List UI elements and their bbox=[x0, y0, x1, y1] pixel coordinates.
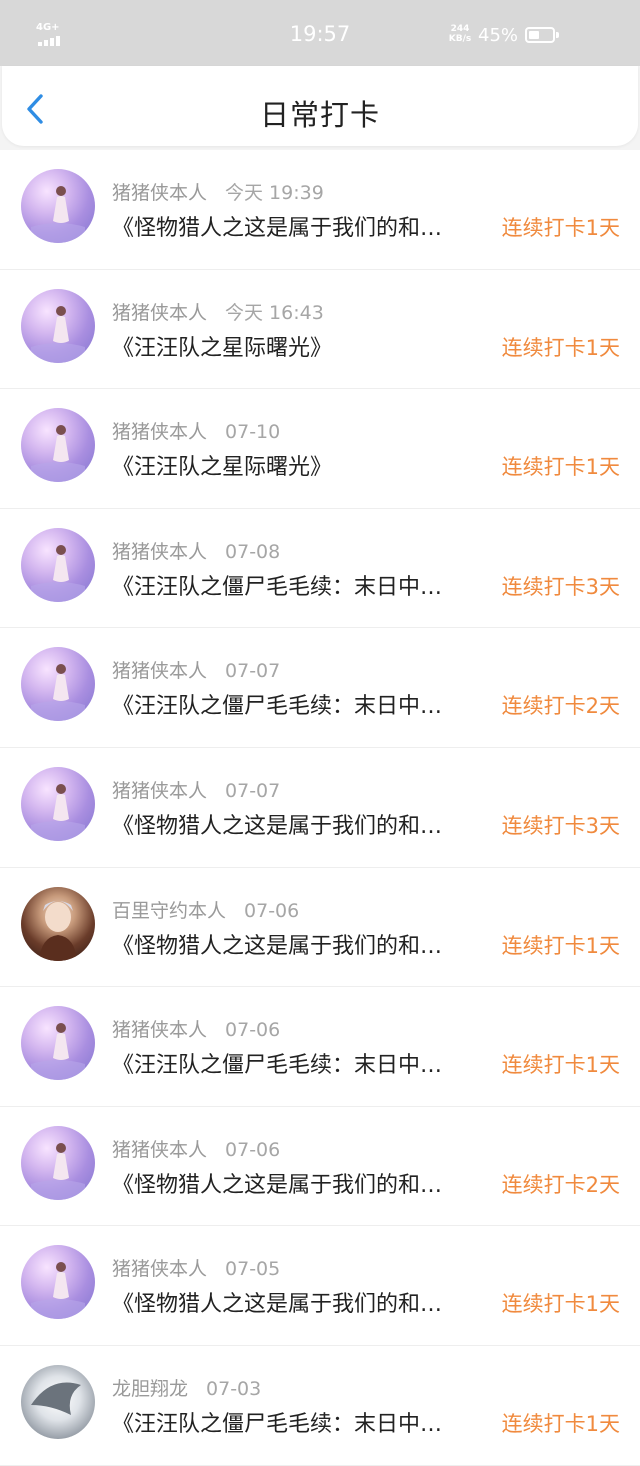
item-meta: 猪猪侠本人 07-07 bbox=[112, 656, 281, 683]
list-item[interactable]: 龙胆翔龙 07-03 《汪汪队之僵尸毛毛续：末日中… 连续打卡1天 bbox=[0, 1345, 640, 1466]
user-name: 猪猪侠本人 bbox=[112, 182, 208, 204]
content-title: 《怪物猎人之这是属于我们的和… bbox=[112, 1172, 443, 1198]
avatar-figure bbox=[31, 1023, 85, 1081]
avatar-figure bbox=[31, 1382, 81, 1415]
page-title: 日常打卡 bbox=[259, 98, 380, 132]
avatar[interactable] bbox=[21, 766, 95, 841]
list-item[interactable]: 猪猪侠本人 07-08 《汪汪队之僵尸毛毛续：末日中… 连续打卡3天 bbox=[0, 508, 640, 629]
network-speed-unit: KB/s bbox=[448, 34, 472, 44]
content-title: 《汪汪队之僵尸毛毛续：末日中… bbox=[112, 574, 443, 600]
item-meta: 猪猪侠本人 今天 19:39 bbox=[112, 178, 324, 204]
battery-percent: 45% bbox=[478, 25, 519, 46]
avatar-figure bbox=[31, 305, 85, 363]
streak-label: 连续打卡1天 bbox=[501, 455, 620, 480]
user-name: 猪猪侠本人 bbox=[112, 301, 208, 324]
user-name: 猪猪侠本人 bbox=[112, 421, 208, 444]
streak-label: 连续打卡1天 bbox=[501, 216, 620, 240]
list-item[interactable]: 猪猪侠本人 07-06 《汪汪队之僵尸毛毛续：末日中… 连续打卡1天 bbox=[0, 987, 640, 1107]
item-meta: 猪猪侠本人 07-08 bbox=[112, 537, 281, 563]
list-item[interactable]: 百里守约本人 07-06 《怪物猎人之这是属于我们的和… 连续打卡1天 bbox=[0, 867, 640, 988]
avatar-figure bbox=[31, 186, 85, 243]
user-name: 猪猪侠本人 bbox=[112, 660, 208, 683]
avatar[interactable] bbox=[21, 1245, 95, 1320]
list-item[interactable]: 猪猪侠本人 07-06 《怪物猎人之这是属于我们的和… 连续打卡2天 bbox=[0, 1106, 640, 1227]
checkin-time: 今天 16:43 bbox=[225, 301, 324, 324]
streak-label: 连续打卡1天 bbox=[501, 1292, 620, 1317]
network-speed-value: 244 bbox=[450, 24, 470, 34]
item-meta: 百里守约本人 07-06 bbox=[112, 896, 300, 922]
list-item[interactable]: 猪猪侠本人 07-07 《怪物猎人之这是属于我们的和… 连续打卡3天 bbox=[0, 747, 640, 868]
item-meta: 猪猪侠本人 今天 16:43 bbox=[112, 298, 324, 324]
user-name: 龙胆翔龙 bbox=[112, 1377, 189, 1400]
checkin-time: 今天 19:39 bbox=[225, 182, 324, 204]
list-item[interactable]: 猪猪侠本人 07-10 《汪汪队之星际曙光》 连续打卡1天 bbox=[0, 389, 640, 509]
user-name: 猪猪侠本人 bbox=[112, 1258, 208, 1281]
checkin-time: 07-06 bbox=[225, 1019, 281, 1042]
list-item[interactable]: 猪猪侠本人 今天 19:39 《怪物猎人之这是属于我们的和… 连续打卡1天 bbox=[0, 150, 640, 270]
checkin-time: 07-06 bbox=[244, 899, 300, 922]
streak-label: 连续打卡3天 bbox=[501, 574, 620, 599]
checkin-time: 07-10 bbox=[225, 421, 281, 444]
streak-label: 连续打卡3天 bbox=[501, 813, 620, 838]
avatar[interactable] bbox=[21, 886, 95, 961]
user-name: 猪猪侠本人 bbox=[112, 1019, 208, 1042]
list-item[interactable]: 猪猪侠本人 07-05 《怪物猎人之这是属于我们的和… 连续打卡1天 bbox=[0, 1226, 640, 1346]
checkin-time: 07-08 bbox=[225, 540, 281, 563]
avatar[interactable] bbox=[21, 1125, 95, 1200]
item-meta: 猪猪侠本人 07-06 bbox=[112, 1015, 281, 1042]
content-title: 《汪汪队之僵尸毛毛续：末日中… bbox=[112, 694, 443, 720]
avatar-figure bbox=[31, 1262, 85, 1320]
list-item[interactable]: 猪猪侠本人 今天 16:43 《汪汪队之星际曙光》 连续打卡1天 bbox=[0, 269, 640, 390]
avatar[interactable] bbox=[21, 408, 95, 483]
item-meta: 猪猪侠本人 07-06 bbox=[112, 1135, 281, 1161]
avatar[interactable] bbox=[21, 288, 95, 363]
user-name: 百里守约本人 bbox=[112, 899, 227, 922]
network-speed: 244 KB/s bbox=[448, 24, 472, 44]
content-title: 《怪物猎人之这是属于我们的和… bbox=[112, 1292, 443, 1318]
avatar-figure bbox=[31, 783, 85, 841]
content-title: 《汪汪队之僵尸毛毛续：末日中… bbox=[112, 1053, 443, 1079]
item-meta: 猪猪侠本人 07-05 bbox=[112, 1254, 281, 1281]
checkin-list: 猪猪侠本人 今天 19:39 《怪物猎人之这是属于我们的和… 连续打卡1天 猪猪侠… bbox=[0, 150, 640, 1466]
user-name: 猪猪侠本人 bbox=[112, 1138, 208, 1161]
item-meta: 猪猪侠本人 07-07 bbox=[112, 776, 281, 802]
content-title: 《汪汪队之星际曙光》 bbox=[112, 455, 333, 481]
streak-label: 连续打卡2天 bbox=[501, 1172, 620, 1197]
avatar[interactable] bbox=[21, 647, 95, 722]
avatar[interactable] bbox=[21, 1006, 95, 1081]
content-title: 《怪物猎人之这是属于我们的和… bbox=[112, 813, 443, 839]
battery-icon bbox=[525, 27, 559, 43]
list-item[interactable]: 猪猪侠本人 07-07 《汪汪队之僵尸毛毛续：末日中… 连续打卡2天 bbox=[0, 628, 640, 748]
checkin-time: 07-06 bbox=[225, 1138, 281, 1161]
checkin-time: 07-07 bbox=[225, 660, 281, 683]
user-name: 猪猪侠本人 bbox=[112, 779, 208, 802]
avatar-figure bbox=[31, 664, 85, 722]
nav-bar: 日常打卡 bbox=[2, 66, 638, 146]
avatar-figure bbox=[31, 544, 85, 602]
user-name: 猪猪侠本人 bbox=[112, 540, 208, 563]
avatar[interactable] bbox=[21, 527, 95, 602]
status-bar: 4G+ 19:57 244 KB/s 45% bbox=[0, 0, 640, 66]
streak-label: 连续打卡1天 bbox=[501, 1411, 620, 1436]
streak-label: 连续打卡1天 bbox=[501, 933, 620, 958]
checkin-time: 07-07 bbox=[225, 779, 281, 802]
item-meta: 猪猪侠本人 07-10 bbox=[112, 417, 281, 444]
streak-label: 连续打卡1天 bbox=[501, 335, 620, 360]
item-meta: 龙胆翔龙 07-03 bbox=[112, 1374, 262, 1400]
checkin-time: 07-03 bbox=[206, 1377, 262, 1400]
avatar[interactable] bbox=[21, 1364, 95, 1439]
content-title: 《怪物猎人之这是属于我们的和… bbox=[112, 933, 443, 959]
battery-fill bbox=[529, 31, 539, 39]
avatar-figure bbox=[39, 900, 77, 961]
content-title: 《汪汪队之星际曙光》 bbox=[112, 335, 333, 361]
avatar[interactable] bbox=[21, 169, 95, 243]
streak-label: 连续打卡1天 bbox=[501, 1053, 620, 1078]
avatar-figure bbox=[31, 425, 85, 483]
streak-label: 连续打卡2天 bbox=[501, 694, 620, 719]
checkin-time: 07-05 bbox=[225, 1258, 281, 1281]
avatar-figure bbox=[31, 1142, 85, 1200]
content-title: 《怪物猎人之这是属于我们的和… bbox=[112, 216, 443, 241]
